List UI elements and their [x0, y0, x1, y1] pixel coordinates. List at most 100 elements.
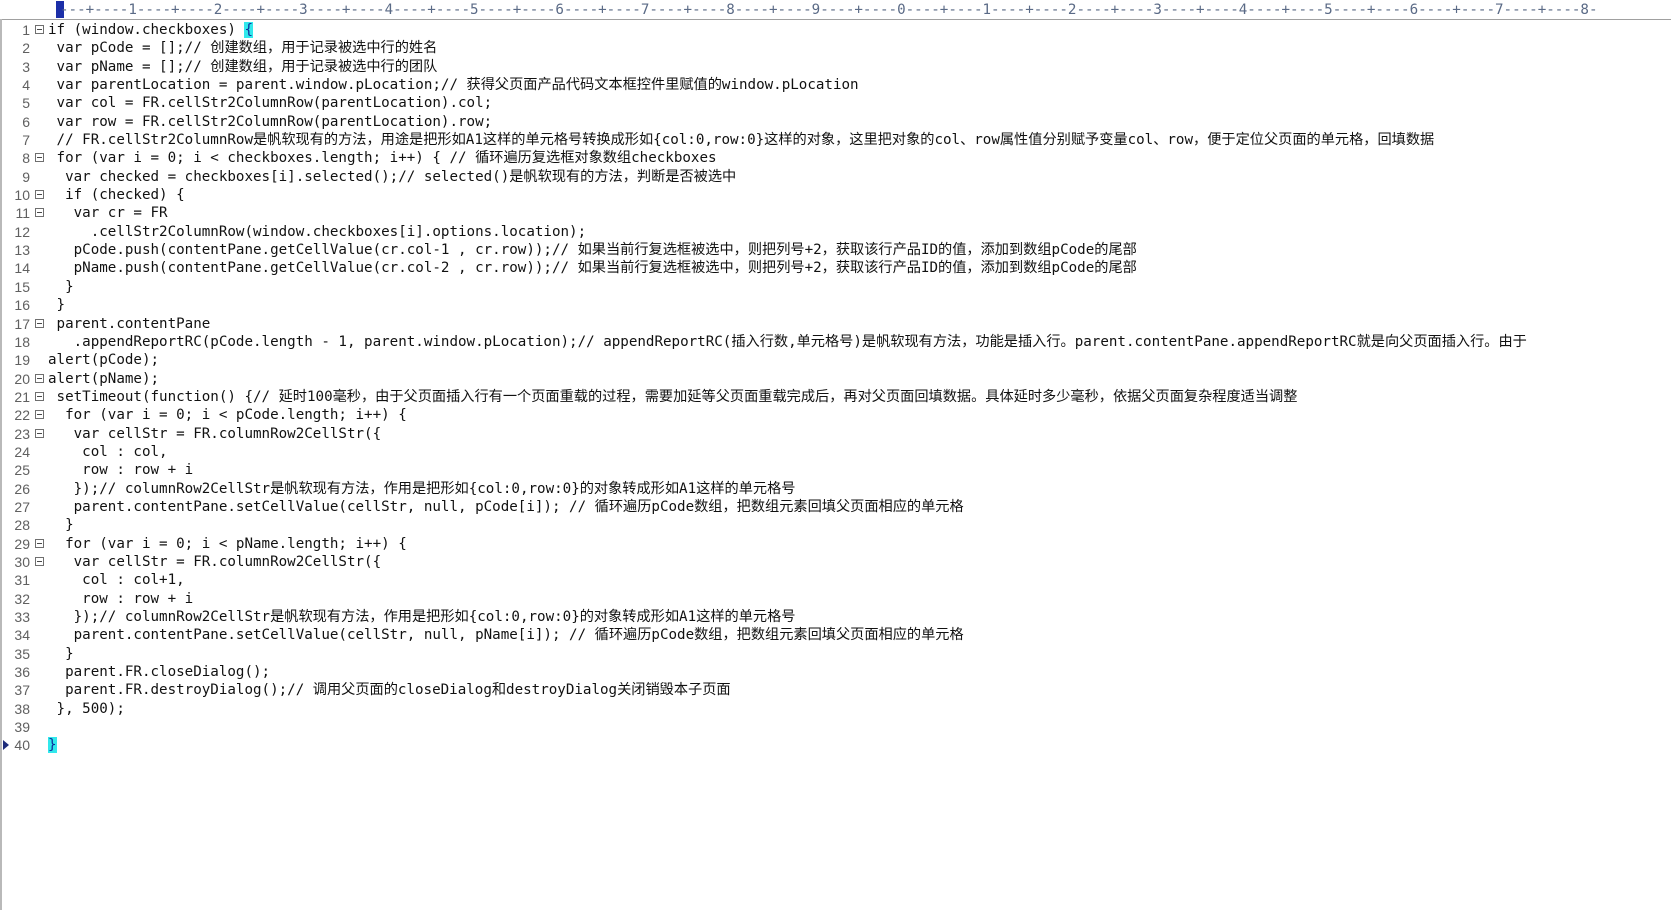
code-line[interactable]: 18 .appendReportRC(pCode.length - 1, par…	[0, 333, 1671, 351]
code-line[interactable]: 39	[0, 718, 1671, 736]
fold-collapse-icon[interactable]	[35, 391, 44, 401]
code-line[interactable]: 5 var col = FR.cellStr2ColumnRow(parentL…	[0, 94, 1671, 112]
line-gutter[interactable]: 34	[0, 626, 34, 644]
line-gutter[interactable]: 26	[0, 480, 34, 498]
line-gutter[interactable]: 17	[0, 315, 34, 333]
code-line[interactable]: 15 }	[0, 278, 1671, 296]
line-gutter[interactable]: 30	[0, 553, 34, 571]
code-line[interactable]: 37 parent.FR.destroyDialog();// 调用父页面的cl…	[0, 681, 1671, 699]
line-gutter[interactable]: 6	[0, 113, 34, 131]
code-line[interactable]: 27 parent.contentPane.setCellValue(cellS…	[0, 498, 1671, 516]
code-text[interactable]: parent.contentPane	[48, 315, 211, 333]
code-line[interactable]: 2 var pCode = [];// 创建数组，用于记录被选中行的姓名	[0, 39, 1671, 57]
line-gutter[interactable]: 11	[0, 204, 34, 222]
code-line[interactable]: 31 col : col+1,	[0, 571, 1671, 589]
line-gutter[interactable]: 40	[0, 736, 34, 754]
code-line[interactable]: 14 pName.push(contentPane.getCellValue(c…	[0, 259, 1671, 277]
line-gutter[interactable]: 23	[0, 425, 34, 443]
line-gutter[interactable]: 13	[0, 241, 34, 259]
line-gutter[interactable]: 29	[0, 535, 34, 553]
line-gutter[interactable]: 27	[0, 498, 34, 516]
line-gutter[interactable]: 24	[0, 443, 34, 461]
code-editor[interactable]: 1 if (window.checkboxes) {2 var pCode = […	[0, 21, 1671, 755]
code-text[interactable]: col : col,	[48, 443, 167, 461]
code-line[interactable]: 28 }	[0, 516, 1671, 534]
code-text[interactable]: }, 500);	[48, 700, 125, 718]
code-line[interactable]: 25 row : row + i	[0, 461, 1671, 479]
line-gutter[interactable]: 4	[0, 76, 34, 94]
code-line[interactable]: 9 var checked = checkboxes[i].selected()…	[0, 168, 1671, 186]
code-text[interactable]: pName.push(contentPane.getCellValue(cr.c…	[48, 259, 1137, 277]
line-gutter[interactable]: 21	[0, 388, 34, 406]
code-line[interactable]: 16 }	[0, 296, 1671, 314]
code-text[interactable]: });// columnRow2CellStr是帆软现有方法，作用是把形如{co…	[48, 608, 796, 626]
code-line[interactable]: 7 // FR.cellStr2ColumnRow是帆软现有的方法，用途是把形如…	[0, 131, 1671, 149]
fold-collapse-icon[interactable]	[35, 190, 44, 200]
line-gutter[interactable]: 25	[0, 461, 34, 479]
code-line[interactable]: 30 var cellStr = FR.columnRow2CellStr({	[0, 553, 1671, 571]
line-gutter[interactable]: 12	[0, 223, 34, 241]
code-line[interactable]: 22 for (var i = 0; i < pCode.length; i++…	[0, 406, 1671, 424]
code-text[interactable]: parent.FR.destroyDialog();// 调用父页面的close…	[48, 681, 731, 699]
line-gutter[interactable]: 19	[0, 351, 34, 369]
code-text[interactable]: alert(pName);	[48, 370, 159, 388]
code-text[interactable]: for (var i = 0; i < pCode.length; i++) {	[48, 406, 407, 424]
code-line[interactable]: 24 col : col,	[0, 443, 1671, 461]
code-line[interactable]: 21 setTimeout(function() {// 延时100毫秒，由于父…	[0, 388, 1671, 406]
line-gutter[interactable]: 38	[0, 700, 34, 718]
code-text[interactable]: parent.contentPane.setCellValue(cellStr,…	[48, 626, 964, 644]
line-gutter[interactable]: 28	[0, 516, 34, 534]
code-text[interactable]: parent.FR.closeDialog();	[48, 663, 270, 681]
code-line[interactable]: 34 parent.contentPane.setCellValue(cellS…	[0, 626, 1671, 644]
code-line[interactable]: 17 parent.contentPane	[0, 315, 1671, 333]
code-line[interactable]: 26 });// columnRow2CellStr是帆软现有方法，作用是把形如…	[0, 480, 1671, 498]
fold-collapse-icon[interactable]	[35, 25, 44, 34]
line-gutter[interactable]: 2	[0, 39, 34, 57]
code-line[interactable]: 4 var parentLocation = parent.window.pLo…	[0, 76, 1671, 94]
code-text[interactable]: pCode.push(contentPane.getCellValue(cr.c…	[48, 241, 1137, 259]
code-text[interactable]: var row = FR.cellStr2ColumnRow(parentLoc…	[48, 113, 493, 131]
line-gutter[interactable]: 33	[0, 608, 34, 626]
code-text[interactable]: var cellStr = FR.columnRow2CellStr({	[48, 425, 382, 443]
code-line[interactable]: 19 alert(pCode);	[0, 351, 1671, 369]
line-gutter[interactable]: 7	[0, 131, 34, 149]
line-gutter[interactable]: 31	[0, 571, 34, 589]
code-text[interactable]: var pCode = [];// 创建数组，用于记录被选中行的姓名	[48, 39, 438, 57]
fold-collapse-icon[interactable]	[35, 318, 44, 328]
line-gutter[interactable]: 15	[0, 278, 34, 296]
fold-collapse-icon[interactable]	[35, 538, 44, 548]
line-gutter[interactable]: 16	[0, 296, 34, 314]
code-line[interactable]: 8 for (var i = 0; i < checkboxes.length;…	[0, 149, 1671, 167]
line-gutter[interactable]: 14	[0, 259, 34, 277]
code-text[interactable]: var pName = [];// 创建数组，用于记录被选中行的团队	[48, 58, 438, 76]
code-text[interactable]: col : col+1,	[48, 571, 185, 589]
fold-collapse-icon[interactable]	[35, 556, 44, 566]
code-text[interactable]: .cellStr2ColumnRow(window.checkboxes[i].…	[48, 223, 586, 241]
code-text[interactable]: row : row + i	[48, 461, 193, 479]
line-gutter[interactable]: 3	[0, 58, 34, 76]
code-text[interactable]: .appendReportRC(pCode.length - 1, parent…	[48, 333, 1527, 351]
code-line[interactable]: 6 var row = FR.cellStr2ColumnRow(parentL…	[0, 113, 1671, 131]
code-text[interactable]: for (var i = 0; i < pName.length; i++) {	[48, 535, 407, 553]
code-text[interactable]: }	[48, 278, 74, 296]
fold-collapse-icon[interactable]	[35, 373, 44, 383]
code-text[interactable]: if (checked) {	[48, 186, 185, 204]
fold-collapse-icon[interactable]	[35, 410, 44, 420]
line-gutter[interactable]: 39	[0, 718, 34, 736]
fold-collapse-icon[interactable]	[35, 428, 44, 438]
code-text[interactable]: }	[48, 736, 57, 754]
code-text[interactable]: var cellStr = FR.columnRow2CellStr({	[48, 553, 382, 571]
line-gutter[interactable]: 18	[0, 333, 34, 351]
line-gutter[interactable]: 8	[0, 149, 34, 167]
code-line[interactable]: 20 alert(pName);	[0, 370, 1671, 388]
line-gutter[interactable]: 10	[0, 186, 34, 204]
code-line[interactable]: 36 parent.FR.closeDialog();	[0, 663, 1671, 681]
code-line[interactable]: 38 }, 500);	[0, 700, 1671, 718]
code-text[interactable]: // FR.cellStr2ColumnRow是帆软现有的方法，用途是把形如A1…	[48, 131, 1435, 149]
code-text[interactable]: setTimeout(function() {// 延时100毫秒，由于父页面插…	[48, 388, 1298, 406]
code-text[interactable]: parent.contentPane.setCellValue(cellStr,…	[48, 498, 964, 516]
code-text[interactable]: }	[48, 645, 74, 663]
code-text[interactable]: }	[48, 516, 74, 534]
code-line[interactable]: 10 if (checked) {	[0, 186, 1671, 204]
code-line[interactable]: 23 var cellStr = FR.columnRow2CellStr({	[0, 425, 1671, 443]
